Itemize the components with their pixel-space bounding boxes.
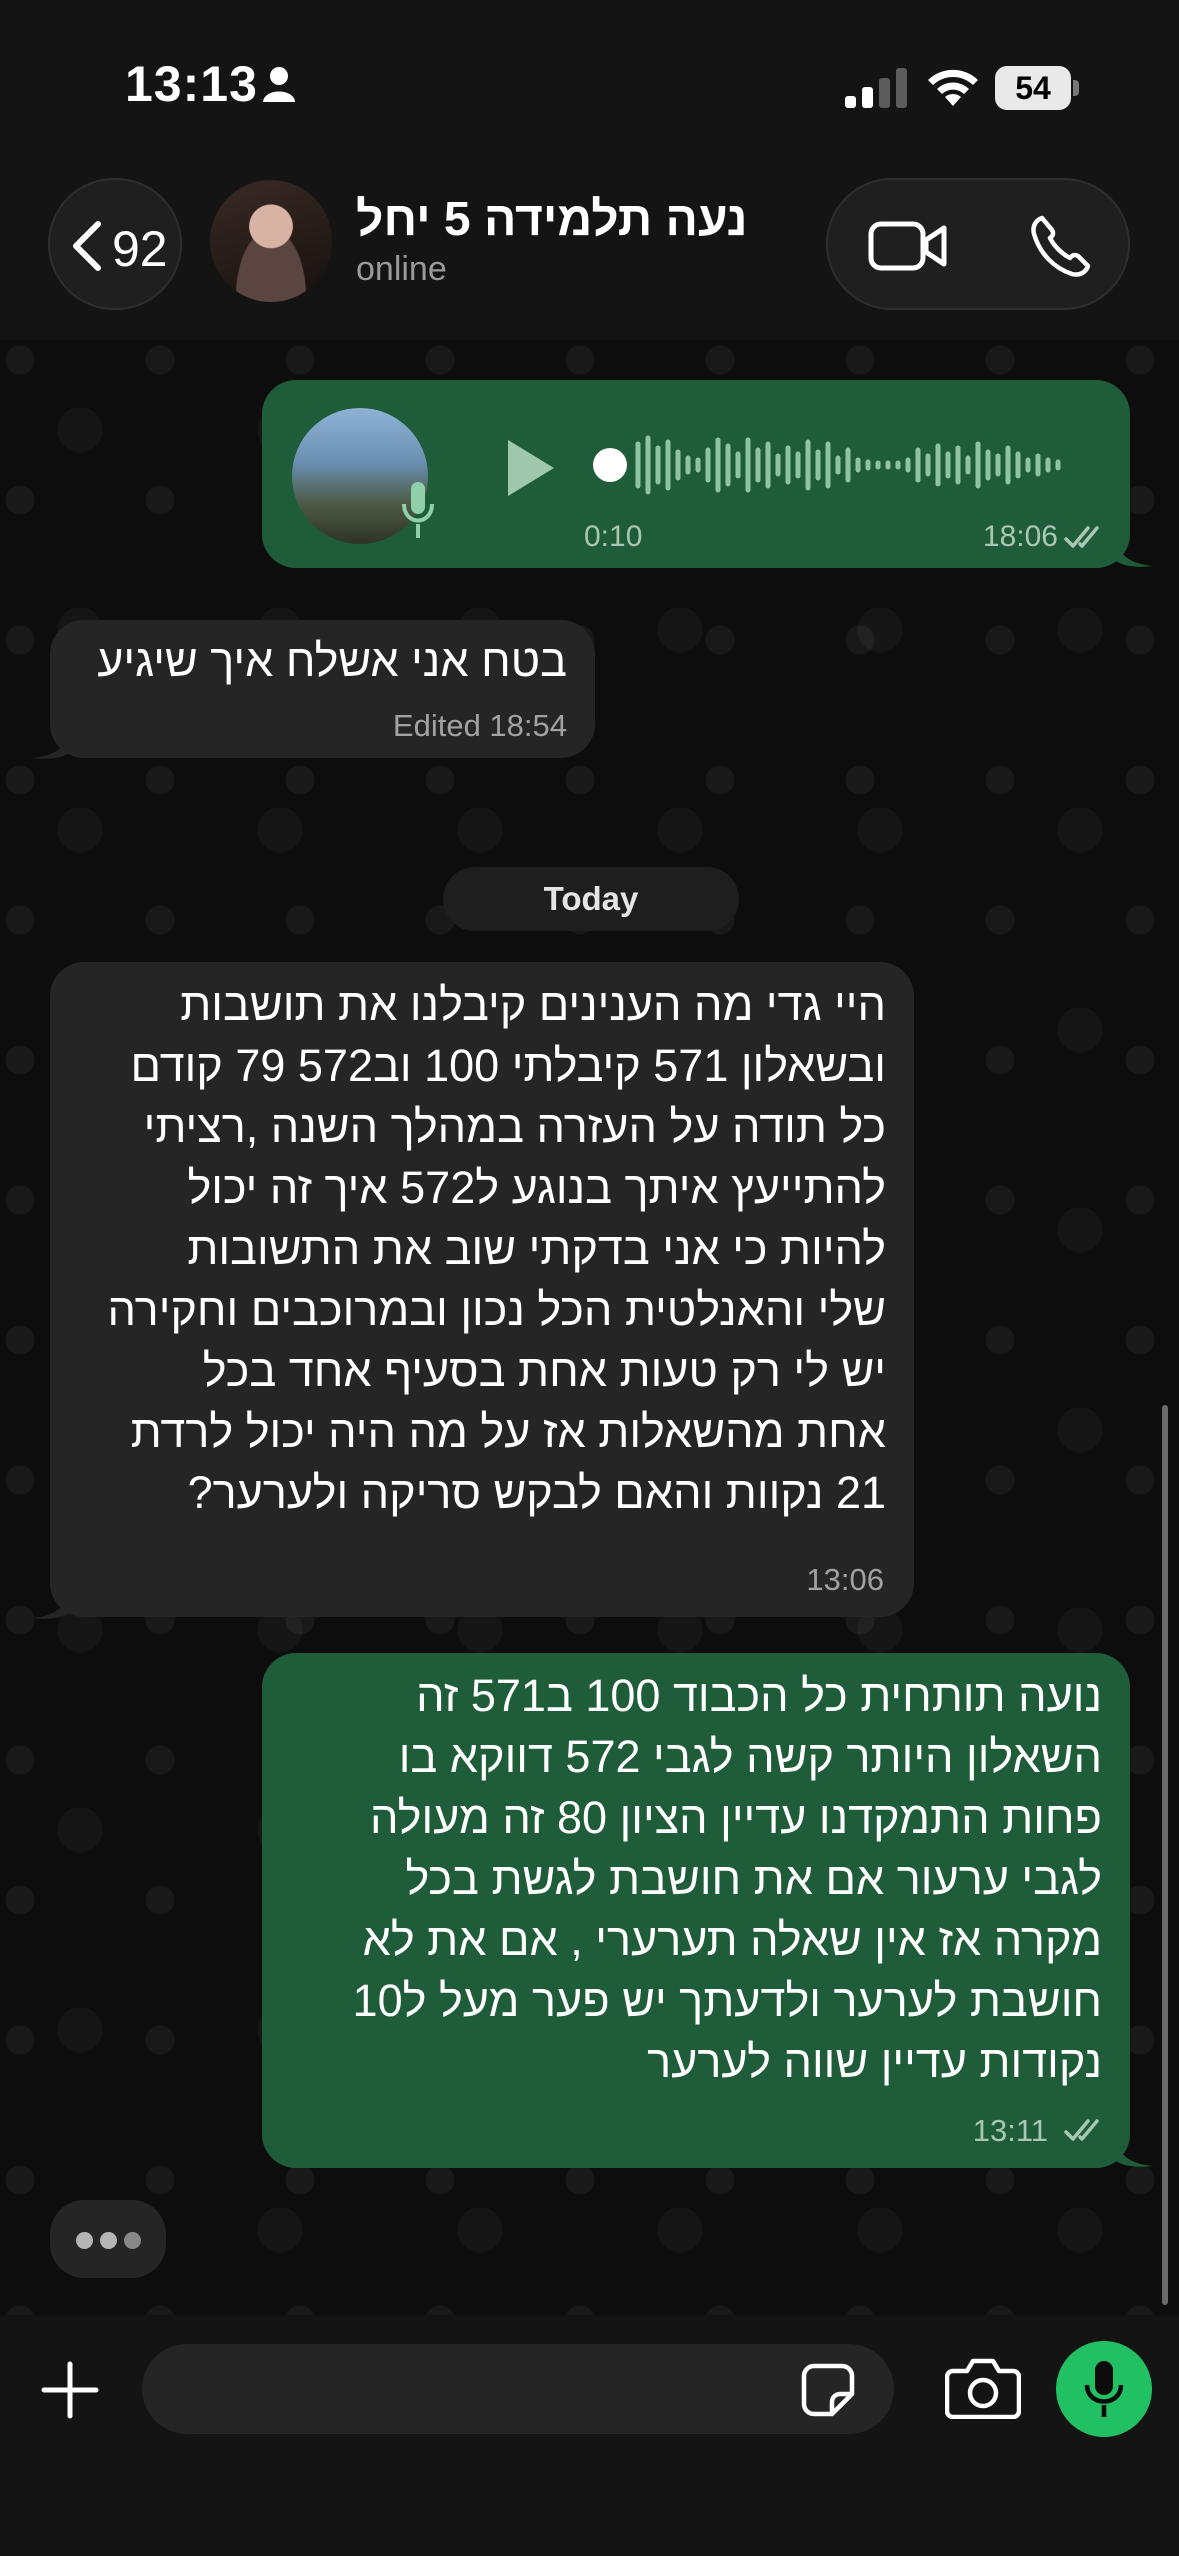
signal-icon [845, 68, 907, 108]
double-check-icon [1064, 526, 1099, 548]
message-composer [0, 2315, 1179, 2556]
message-line: חושבת לערער ולדעתך יש פער מעל ל10 [352, 1975, 1102, 2026]
bubble-tail [32, 730, 70, 759]
voice-message-bubble[interactable]: 0:10 18:06 [262, 380, 1130, 568]
message-line: לגבי ערעור אם את חושבת לגשת בכל [405, 1853, 1102, 1904]
plus-icon[interactable] [40, 2360, 100, 2420]
contact-name[interactable]: נעה תלמידה 5 יחל [356, 192, 747, 247]
message-time: 13:11 [972, 2113, 1048, 2148]
message-time: 18:06 [982, 520, 1058, 553]
wifi-icon [928, 69, 978, 106]
date-separator: Today [443, 867, 739, 931]
battery-icon: 54 [995, 66, 1081, 110]
status-time: 13:13 [125, 56, 258, 112]
play-icon[interactable] [502, 436, 558, 500]
message-line: פחות התמקדנו עדיין הציון 80 זה מעולה [370, 1792, 1102, 1843]
message-line: שלי והאנלטית הכל נכון ובמרוכבים וחקירה [107, 1284, 886, 1335]
message-line: כל תודה על העזרה במהלך השנה ,רציתי [143, 1101, 886, 1152]
chat-header: 92 נעה תלמידה 5 יחל online [0, 170, 1179, 340]
message-line: השאלון היותר קשה לגבי 572 דווקא בו [398, 1731, 1102, 1782]
bubble-tail [1115, 2138, 1153, 2167]
mic-icon [402, 482, 434, 538]
battery-level: 54 [1015, 70, 1051, 106]
mic-icon [1084, 2361, 1124, 2417]
bubble-tail [1115, 538, 1153, 567]
message-input[interactable] [142, 2344, 894, 2434]
person-icon [263, 67, 295, 102]
double-check-icon [1064, 2119, 1099, 2141]
message-line: היי גדי מה הענינים קיבלנו את תושבות [180, 979, 886, 1030]
message-meta: Edited 18:54 [392, 708, 567, 743]
waveform[interactable] [592, 430, 1082, 500]
contact-avatar[interactable] [210, 180, 332, 302]
incoming-message-bubble[interactable]: בטח אני אשלח איך שיגיע Edited 18:54 [50, 620, 595, 758]
back-button[interactable]: 92 [48, 178, 182, 310]
message-line: מקרה אז אין שאלה תערערי , אם את לא [362, 1914, 1102, 1965]
message-line: להתייעץ איתך בנוגע ל572 איך זה יכול [187, 1162, 886, 1213]
typing-indicator [50, 2200, 166, 2278]
camera-icon[interactable] [945, 2357, 1021, 2419]
message-line: נקודות עדיין שווה לערער [647, 2036, 1102, 2087]
bubble-tail [32, 1590, 70, 1619]
phone-icon[interactable] [1028, 214, 1092, 278]
sticker-icon[interactable] [800, 2362, 856, 2418]
message-line: 21 נקוות והאם לבקש סריקה ולערער? [187, 1467, 886, 1518]
message-line: נועה תותחית כל הכבוד 100 ב571 זה [416, 1670, 1102, 1721]
outgoing-message-bubble[interactable]: נועה תותחית כל הכבוד 100 ב571 זה השאלון … [262, 1653, 1130, 2168]
message-line: ובשאלון 571 קיבלתי 100 וב572 79 קודם [130, 1040, 886, 1091]
incoming-message-bubble[interactable]: היי גדי מה הענינים קיבלנו את תושבות ובשא… [50, 962, 914, 1617]
chevron-left-icon [73, 221, 101, 271]
call-actions [826, 178, 1130, 310]
voice-record-button[interactable] [1056, 2341, 1152, 2437]
message-line: בטח אני אשלח איך שיגיע [97, 635, 567, 686]
message-time: 13:06 [806, 1562, 884, 1597]
message-list[interactable]: 0:10 18:06 בטח אני אשלח איך שיגיע Edited… [0, 340, 1179, 2315]
message-line: יש לי רק טעות אחת בסעיף אחד בכל [202, 1345, 886, 1396]
unread-count: 92 [112, 221, 168, 277]
voice-duration: 0:10 [584, 520, 643, 553]
message-line: להיות כי אני בדקתי שוב את התשובות [187, 1223, 886, 1274]
status-bar: 13:13 54 [0, 0, 1179, 170]
contact-status: online [356, 250, 447, 288]
video-call-icon[interactable] [868, 218, 948, 274]
message-line: אחת מהשאלות אז על מה היה יכול לרדת [130, 1406, 886, 1457]
scrollbar[interactable] [1162, 1405, 1168, 2305]
